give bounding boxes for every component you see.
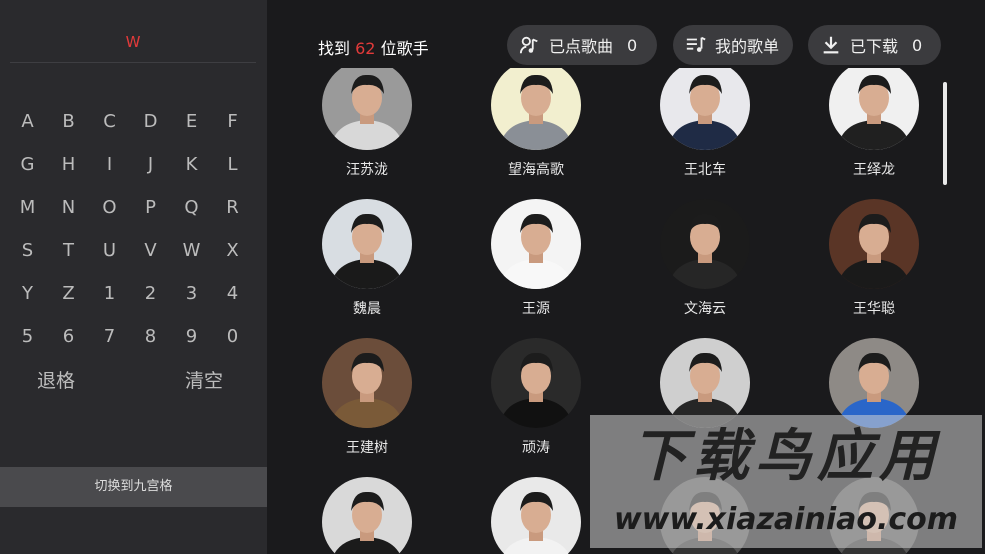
singer-avatar	[322, 338, 412, 428]
singer-name: 文海云	[684, 301, 726, 317]
key-z[interactable]: Z	[48, 276, 89, 319]
key-d[interactable]: D	[130, 104, 171, 147]
downloaded-label: 已下载	[850, 37, 899, 56]
key-b[interactable]: B	[48, 104, 89, 147]
singer-avatar	[829, 199, 919, 289]
singer-card[interactable]: 望海高歌	[452, 68, 620, 180]
singer-card[interactable]: 王源	[452, 199, 620, 319]
key-q[interactable]: Q	[171, 190, 212, 233]
found-prefix: 找到	[318, 39, 351, 58]
download-icon	[823, 36, 839, 54]
key-0[interactable]: 0	[212, 319, 253, 362]
singer-name: 王建树	[346, 440, 388, 456]
singer-avatar	[491, 68, 581, 150]
singer-card[interactable]: 魏晨	[283, 199, 451, 319]
singer-name: 王北车	[684, 162, 726, 178]
switch-keyboard-button[interactable]: 切换到九宫格	[0, 467, 267, 507]
singer-name: 王绎龙	[853, 162, 895, 178]
requested-songs-button[interactable]: 已点歌曲 0	[507, 25, 657, 65]
singer-name: 魏晨	[353, 301, 381, 317]
singer-avatar	[660, 199, 750, 289]
key-h[interactable]: H	[48, 147, 89, 190]
key-4[interactable]: 4	[212, 276, 253, 319]
requested-label: 已点歌曲	[549, 37, 614, 56]
key-g[interactable]: G	[7, 147, 48, 190]
search-query: W	[10, 28, 256, 63]
singer-avatar	[491, 199, 581, 289]
singer-avatar	[322, 199, 412, 289]
requested-count: 0	[627, 35, 638, 55]
singer-avatar	[491, 338, 581, 428]
result-count: 找到 62 位歌手	[318, 36, 429, 62]
watermark: 下载鸟应用 www.xiazainiao.com	[590, 415, 982, 548]
backspace-button[interactable]: 退格	[16, 366, 96, 396]
key-m[interactable]: M	[7, 190, 48, 233]
key-u[interactable]: U	[89, 233, 130, 276]
key-w[interactable]: W	[171, 233, 212, 276]
found-count: 62	[355, 39, 376, 58]
key-o[interactable]: O	[89, 190, 130, 233]
singer-card[interactable]: 王绎龙	[790, 68, 943, 180]
key-p[interactable]: P	[130, 190, 171, 233]
key-f[interactable]: F	[212, 104, 253, 147]
singer-avatar	[491, 477, 581, 554]
singer-note-icon	[519, 36, 538, 54]
playlist-label: 我的歌单	[715, 37, 780, 56]
playlist-icon	[686, 36, 706, 52]
key-t[interactable]: T	[48, 233, 89, 276]
singer-avatar	[660, 68, 750, 150]
key-l[interactable]: L	[212, 147, 253, 190]
watermark-title: 下载鸟应用	[631, 424, 941, 489]
singer-avatar	[829, 68, 919, 150]
singer-avatar	[322, 477, 412, 554]
singer-card[interactable]: 王建树	[283, 338, 451, 458]
found-suffix: 位歌手	[380, 39, 429, 58]
key-a[interactable]: A	[7, 104, 48, 147]
scrollbar[interactable]	[943, 82, 947, 185]
key-8[interactable]: 8	[130, 319, 171, 362]
singer-card[interactable]: 王华聪	[790, 199, 943, 319]
key-9[interactable]: 9	[171, 319, 212, 362]
letter-keyboard: ABCDEF GHIJKL MNOPQR STUVWX YZ1234 567890	[7, 104, 253, 362]
key-2[interactable]: 2	[130, 276, 171, 319]
key-3[interactable]: 3	[171, 276, 212, 319]
key-1[interactable]: 1	[89, 276, 130, 319]
key-n[interactable]: N	[48, 190, 89, 233]
clear-button[interactable]: 清空	[164, 366, 244, 396]
keyboard-panel: W ABCDEFGHIJKLMNOPQRSTUVWXYZ1234567890 退…	[0, 0, 267, 554]
key-e[interactable]: E	[171, 104, 212, 147]
singer-card[interactable]: 文海云	[621, 199, 789, 319]
key-j[interactable]: J	[130, 147, 171, 190]
key-6[interactable]: 6	[48, 319, 89, 362]
watermark-url: www.xiazainiao.com	[613, 502, 959, 537]
singer-card[interactable]: 王北车	[621, 68, 789, 180]
downloaded-count: 0	[912, 35, 923, 55]
key-5[interactable]: 5	[7, 319, 48, 362]
key-c[interactable]: C	[89, 104, 130, 147]
downloaded-button[interactable]: 已下载 0	[808, 25, 941, 65]
key-y[interactable]: Y	[7, 276, 48, 319]
singer-avatar	[322, 68, 412, 150]
key-k[interactable]: K	[171, 147, 212, 190]
singer-card[interactable]: 汪苏泷	[283, 68, 451, 180]
key-r[interactable]: R	[212, 190, 253, 233]
singer-name: 汪苏泷	[346, 162, 388, 178]
singer-card[interactable]	[283, 477, 451, 554]
key-x[interactable]: X	[212, 233, 253, 276]
key-7[interactable]: 7	[89, 319, 130, 362]
key-s[interactable]: S	[7, 233, 48, 276]
key-i[interactable]: I	[89, 147, 130, 190]
singer-name: 王华聪	[853, 301, 895, 317]
singer-name: 望海高歌	[508, 162, 564, 178]
my-playlist-button[interactable]: 我的歌单	[673, 25, 793, 65]
singer-name: 王源	[522, 301, 550, 317]
key-v[interactable]: V	[130, 233, 171, 276]
